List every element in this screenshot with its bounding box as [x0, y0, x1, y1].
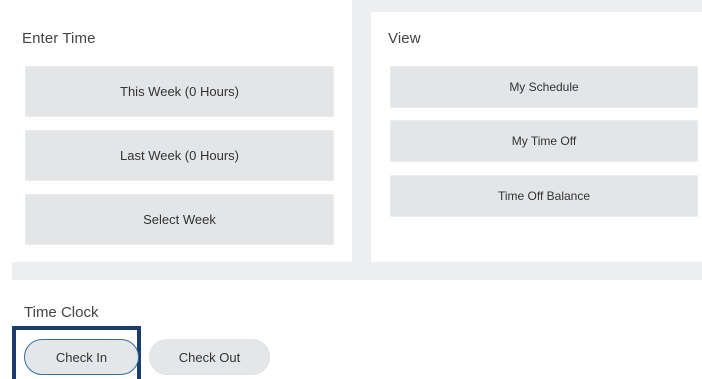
my-schedule-button[interactable]: My Schedule — [390, 66, 698, 108]
time-off-balance-button[interactable]: Time Off Balance — [390, 175, 698, 217]
enter-time-title: Enter Time — [22, 30, 96, 47]
top-panel-area: Enter Time This Week (0 Hours) Last Week… — [12, 0, 702, 280]
check-out-button[interactable]: Check Out — [149, 339, 270, 375]
check-in-button[interactable]: Check In — [24, 339, 139, 375]
view-card: View My Schedule My Time Off Time Off Ba… — [371, 12, 702, 262]
this-week-button[interactable]: This Week (0 Hours) — [25, 66, 334, 117]
time-clock-title: Time Clock — [24, 304, 99, 321]
view-title: View — [388, 30, 421, 47]
select-week-button[interactable]: Select Week — [25, 194, 334, 245]
my-time-off-button[interactable]: My Time Off — [390, 120, 698, 162]
last-week-button[interactable]: Last Week (0 Hours) — [25, 130, 334, 181]
enter-time-card: Enter Time This Week (0 Hours) Last Week… — [12, 0, 352, 262]
